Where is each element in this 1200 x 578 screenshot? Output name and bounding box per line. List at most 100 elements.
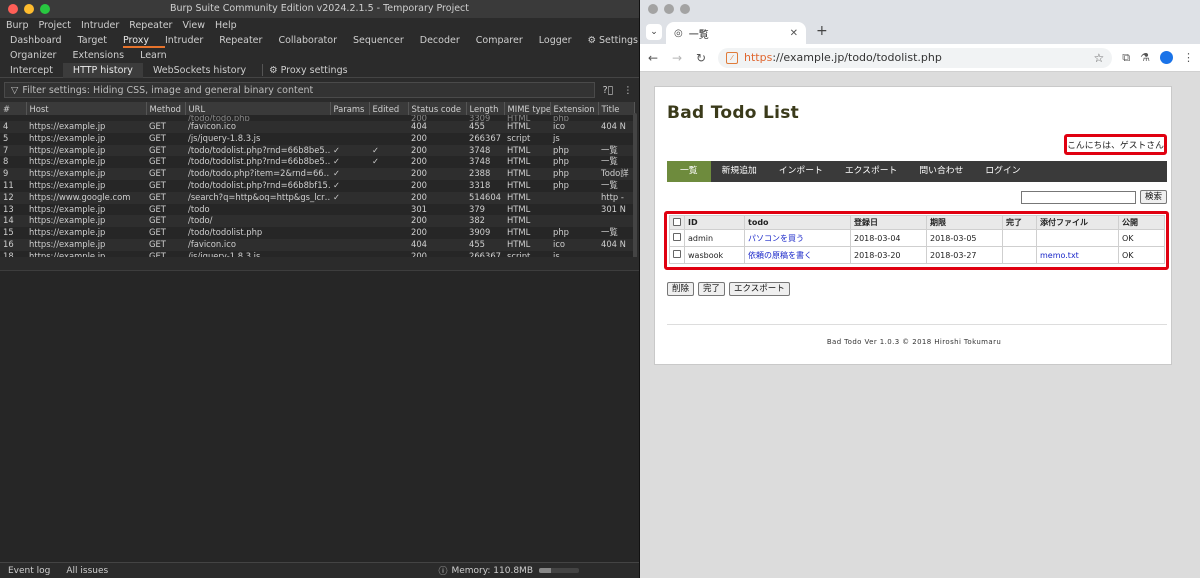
col-params[interactable]: Params: [330, 102, 370, 115]
cell-extension: [550, 203, 598, 216]
more-menu-icon[interactable]: ⋮: [1183, 51, 1194, 64]
menu-repeater[interactable]: Repeater: [129, 20, 172, 31]
extensions-puzzle-icon[interactable]: ⧉: [1122, 51, 1130, 65]
nav-login[interactable]: ログイン: [974, 161, 1031, 182]
export-button[interactable]: エクスポート: [729, 282, 790, 296]
help-icon[interactable]: ?⃝: [601, 83, 615, 97]
tab-learn[interactable]: Learn: [132, 48, 175, 63]
tab-intruder[interactable]: Intruder: [165, 33, 219, 48]
table-row[interactable]: 8 https://example.jp GET/todo/todolist.php…: [0, 156, 634, 169]
nav-add-new[interactable]: 新規追加: [711, 161, 768, 182]
cell-host: https://example.jp: [26, 215, 146, 228]
table-row[interactable]: 16 https://example.jp GET/favicon.ico 404 45…: [0, 238, 634, 251]
nav-contact[interactable]: 問い合わせ: [908, 161, 974, 182]
delete-button[interactable]: 削除: [667, 282, 695, 296]
reload-icon[interactable]: ↻: [694, 51, 708, 65]
nav-list[interactable]: 一覧: [667, 161, 711, 182]
filter-settings[interactable]: ▽ Filter settings: Hiding CSS, image and…: [4, 82, 595, 98]
back-arrow-icon[interactable]: ←: [646, 51, 660, 65]
col-extension[interactable]: Extension: [550, 102, 599, 115]
menu-intruder[interactable]: Intruder: [81, 20, 119, 31]
profile-avatar[interactable]: [1160, 51, 1173, 64]
table-row[interactable]: 12 https://www.google.com GET/search?q=htt…: [0, 191, 634, 204]
tab-target[interactable]: Target: [78, 33, 123, 48]
nav-export[interactable]: エクスポート: [834, 161, 909, 182]
cell-extension: [550, 191, 598, 204]
table-row[interactable]: 4 https://example.jp GET/favicon.ico 404 455…: [0, 121, 634, 133]
menu-view[interactable]: View: [182, 20, 205, 31]
tab-repeater[interactable]: Repeater: [219, 33, 278, 48]
tab-search-icon[interactable]: ⌄: [646, 24, 662, 40]
col-length[interactable]: Length: [466, 102, 505, 115]
row-checkbox[interactable]: [673, 233, 681, 241]
tab-decoder[interactable]: Decoder: [420, 33, 476, 48]
col-host[interactable]: Host: [26, 102, 147, 115]
table-row[interactable]: 5 https://example.jp GET/js/jquery-1.8.3.j…: [0, 132, 634, 145]
cell-host: https://example.jp: [26, 227, 146, 239]
nav-import[interactable]: インポート: [768, 161, 834, 182]
cell-edited: [369, 179, 408, 192]
tab-organizer[interactable]: Organizer: [0, 48, 64, 63]
attachment-link[interactable]: memo.txt: [1040, 251, 1079, 260]
tab-proxy[interactable]: Proxy: [122, 33, 165, 48]
table-row[interactable]: 11 https://example.jp GET/todo/todolist.ph…: [0, 179, 634, 192]
table-row[interactable]: 18 https://example.jp GET/js/jquery-1.8.3.…: [0, 250, 634, 257]
browser-tab[interactable]: ◎ 一覧 ✕: [666, 22, 806, 44]
event-log-tab[interactable]: Event log: [0, 566, 58, 576]
cell-mime: HTML: [504, 215, 550, 228]
more-options-icon[interactable]: ⋮: [621, 83, 635, 97]
complete-button[interactable]: 完了: [698, 282, 726, 296]
col-edited[interactable]: Edited: [369, 102, 409, 115]
cell-title: [598, 215, 634, 228]
menu-help[interactable]: Help: [215, 20, 237, 31]
minimize-window-button[interactable]: [664, 4, 674, 14]
col-url[interactable]: URL: [185, 102, 331, 115]
bookmark-star-icon[interactable]: ☆: [1094, 51, 1105, 65]
filter-text: Filter settings: Hiding CSS, image and g…: [22, 84, 314, 96]
address-bar[interactable]: ⁄ https://example.jp/todo/todolist.php ☆: [718, 47, 1113, 68]
col-status-code[interactable]: Status code: [408, 102, 467, 115]
not-secure-icon[interactable]: ⁄: [726, 51, 738, 64]
table-row[interactable]: 14 https://example.jp GET/todo/200 382 HTML: [0, 215, 634, 228]
cell-title: [598, 250, 634, 257]
table-row[interactable]: 9 https://example.jp GET/todo/todo.php?ite…: [0, 168, 634, 180]
subtab-websockets-history[interactable]: WebSockets history: [143, 63, 256, 78]
col-mime-type[interactable]: MIME type: [504, 102, 551, 115]
proxy-settings-button[interactable]: ⚙ Proxy settings: [269, 63, 347, 78]
subtab-http-history[interactable]: HTTP history: [62, 62, 143, 78]
lab-flask-icon[interactable]: ⚗: [1140, 51, 1150, 64]
table-row[interactable]: 15 https://example.jp GET/todo/todolist.ph…: [0, 227, 634, 239]
close-tab-icon[interactable]: ✕: [790, 28, 798, 39]
todo-link[interactable]: パソコンを買う: [748, 234, 804, 243]
search-button[interactable]: 検索: [1139, 190, 1167, 204]
new-tab-button[interactable]: +: [816, 23, 828, 39]
tab-logger[interactable]: Logger: [539, 33, 588, 48]
col-method[interactable]: Method: [146, 102, 186, 115]
search-input[interactable]: [1020, 190, 1136, 204]
close-window-button[interactable]: [648, 4, 658, 14]
select-all-checkbox[interactable]: [673, 217, 681, 226]
todo-link[interactable]: 依頼の原稿を書く: [748, 251, 812, 260]
all-issues-tab[interactable]: All issues: [58, 566, 116, 576]
zoom-window-button[interactable]: [680, 4, 690, 14]
forward-arrow-icon[interactable]: →: [670, 51, 684, 65]
cell-extension: php: [550, 156, 598, 169]
cell-method: GET: [146, 203, 185, 216]
cell-number: 12: [0, 191, 26, 204]
tab-collaborator[interactable]: Collaborator: [278, 33, 353, 48]
tab-sequencer[interactable]: Sequencer: [353, 33, 420, 48]
menu-burp[interactable]: Burp: [6, 20, 28, 31]
tab-comparer[interactable]: Comparer: [476, 33, 539, 48]
history-scrollbar[interactable]: [633, 113, 637, 257]
row-checkbox[interactable]: [673, 250, 681, 258]
col-title[interactable]: Title: [598, 102, 635, 115]
tab-dashboard[interactable]: Dashboard: [0, 33, 78, 48]
subtab-intercept[interactable]: Intercept: [0, 63, 63, 78]
menu-project[interactable]: Project: [38, 20, 71, 31]
col-number[interactable]: #: [0, 102, 27, 115]
tab-extensions[interactable]: Extensions: [64, 48, 132, 63]
secondary-tabs: Organizer Extensions Learn: [0, 48, 639, 63]
table-row[interactable]: 7 https://example.jp GET/todo/todolist.php…: [0, 144, 634, 157]
table-row[interactable]: 13 https://example.jp GET/todo 301 379 HTML 30…: [0, 203, 634, 216]
settings-button[interactable]: ⚙ Settings: [588, 33, 639, 48]
